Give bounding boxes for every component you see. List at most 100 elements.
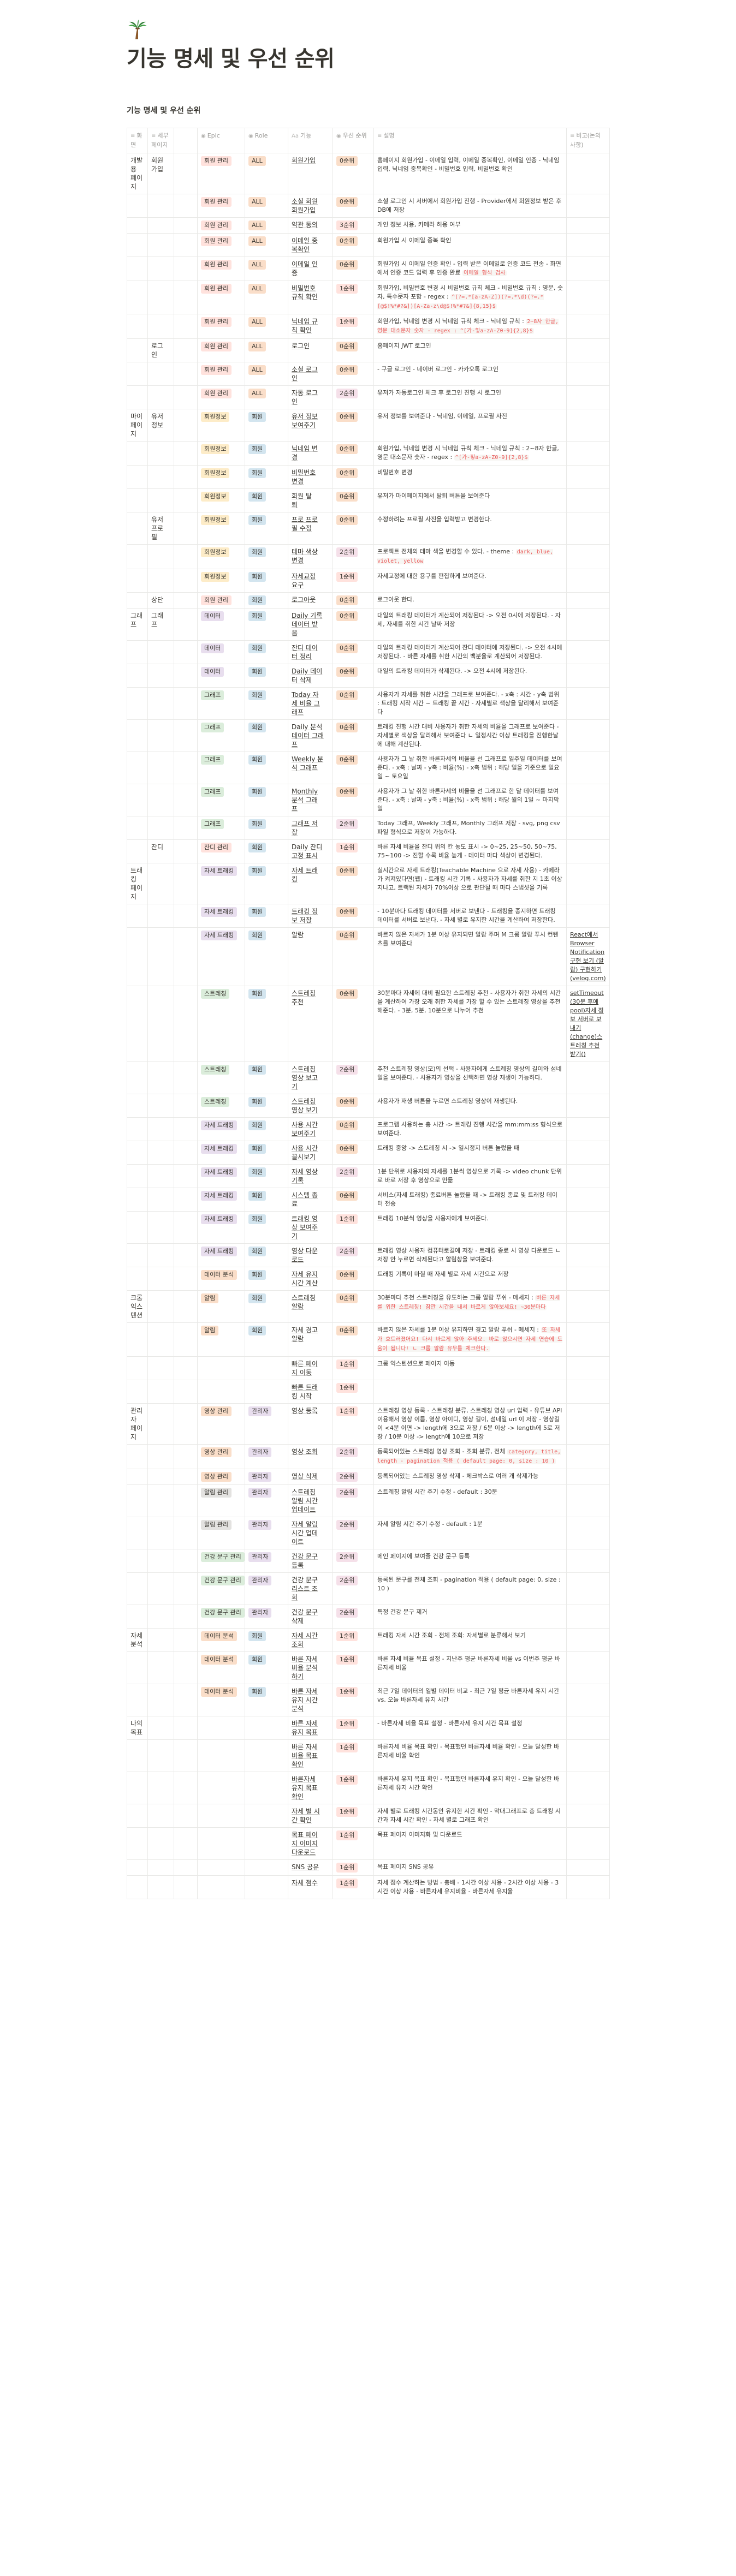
feature-title[interactable]: Weekly 분석 그래프: [292, 755, 323, 772]
cell-priority[interactable]: 0순위: [333, 640, 374, 664]
table-row[interactable]: 바른자세 유지 목표 확인 1순위 바른자세 유지 목표 확인 - 목표했던 바른자세 …: [127, 1772, 610, 1804]
cell-notes[interactable]: [566, 1875, 610, 1899]
cell-feature[interactable]: 바른 자세 비율 목표 확인: [288, 1739, 333, 1772]
table-row[interactable]: 데이터 회원 Daily 데이 터 삭제 0순위 대일의 트래킹 데이터가 삭제된다. -…: [127, 664, 610, 688]
cell-role[interactable]: 회원: [245, 986, 288, 1062]
feature-title[interactable]: 스트레칭 알람: [292, 1294, 316, 1310]
cell-description[interactable]: 수정하려는 프로필 사진을 입력받고 변경한다.: [373, 512, 567, 545]
feature-title[interactable]: 닉네임 규칙 확인: [292, 318, 318, 334]
cell-description[interactable]: 비밀번호 변경: [373, 465, 567, 489]
cell-epic[interactable]: 회원 관리: [197, 217, 245, 234]
cell-epic[interactable]: 그래프: [197, 816, 245, 840]
cell-notes[interactable]: [566, 1188, 610, 1212]
cell-notes[interactable]: [566, 1380, 610, 1404]
cell-feature[interactable]: 회원 탈퇴: [288, 488, 333, 512]
feature-title[interactable]: 자동 로그 인: [292, 389, 318, 406]
cell-priority[interactable]: 1순위: [333, 1804, 374, 1828]
cell-role[interactable]: 회원: [245, 816, 288, 840]
cell-epic[interactable]: 자세 트래킹: [197, 904, 245, 928]
cell-description[interactable]: 유저 정보를 보여준다 - 닉네임, 이메일, 프로필 사진: [373, 409, 567, 442]
cell-description[interactable]: 대일의 트래킹 데이터가 계산되어 잔디 데이터에 저장된다. -> 오전 4시…: [373, 640, 567, 664]
cell-role[interactable]: 회원: [245, 1243, 288, 1267]
table-row[interactable]: 빠른 페이 지 이동 1순위 크롬 익스텐션으로 페이지 이동: [127, 1356, 610, 1380]
cell-notes[interactable]: [566, 441, 610, 466]
table-row[interactable]: 자세 별 시간 확인 1순위 자세 별로 트래킹 시간동안 유지한 시간 확인 - …: [127, 1804, 610, 1828]
cell-description[interactable]: 홈페이지 JWT 로그인: [373, 338, 567, 362]
table-row[interactable]: 자세 트래킹 회원 트래킹 영상 보여주 기 1순위 트래킹 10분씩 영상을 사용자에게…: [127, 1211, 610, 1244]
cell-epic[interactable]: 알림: [197, 1322, 245, 1357]
cell-description[interactable]: 등록되어있는 스트레칭 영상 삭제 - 체크박스로 여러 개 삭제가능: [373, 1469, 567, 1485]
cell-feature[interactable]: 목표 페이 지 이미지 다운로드: [288, 1827, 333, 1860]
cell-notes[interactable]: [566, 409, 610, 442]
feature-title[interactable]: 유저 정보 보여주기: [292, 413, 318, 429]
feature-title[interactable]: 영상 등록: [292, 1407, 318, 1415]
cell-feature[interactable]: 바른 자세 비율 분석 하기: [288, 1651, 333, 1684]
cell-description[interactable]: 자세교정에 대한 용구를 편집하게 보여준다.: [373, 569, 567, 593]
cell-priority[interactable]: 0순위: [333, 362, 374, 386]
cell-feature[interactable]: Daily 데이 터 삭제: [288, 664, 333, 688]
feature-title[interactable]: 빠른 트래 킹 시작: [292, 1384, 318, 1400]
feature-title[interactable]: 스트레칭 추천: [292, 989, 316, 1006]
cell-epic[interactable]: 회원 관리: [197, 338, 245, 362]
cell-feature[interactable]: 자동 로그 인: [288, 385, 333, 409]
cell-feature[interactable]: 약관 동의: [288, 217, 333, 234]
table-row[interactable]: 회원정보 회원 자세교정 요구 1순위 자세교정에 대한 용구를 편집하게 보여준다.: [127, 569, 610, 593]
cell-description[interactable]: 크롬 익스텐션으로 페이지 이동: [373, 1356, 567, 1380]
cell-feature[interactable]: 스트레칭 영상 보고 기: [288, 1062, 333, 1094]
feature-title[interactable]: 영상 다운 로드: [292, 1247, 318, 1263]
table-row[interactable]: 로그 인 회원 관리 ALL 로그인 0순위 홈페이지 JWT 로그인: [127, 338, 610, 362]
cell-epic[interactable]: 자세 트래킹: [197, 1164, 245, 1188]
cell-feature[interactable]: 트래킹 정보 저장: [288, 904, 333, 928]
cell-role[interactable]: 회원: [245, 441, 288, 466]
cell-feature[interactable]: 자세 점수: [288, 1875, 333, 1899]
feature-title[interactable]: Daily 기록 데이터 받음: [292, 612, 322, 637]
cell-description[interactable]: 스트레칭 알림 시간 주기 수정 - default : 30분: [373, 1484, 567, 1517]
feature-title[interactable]: 약관 동의: [292, 221, 318, 229]
feature-title[interactable]: Today 자세 비율 그 래프: [292, 691, 320, 716]
feature-title[interactable]: Daily 잔디 고정 표시: [292, 843, 322, 860]
cell-notes[interactable]: [566, 752, 610, 784]
cell-epic[interactable]: [197, 1356, 245, 1380]
feature-title[interactable]: 바른 자세 유지 목표: [292, 1720, 318, 1736]
table-row[interactable]: SNS 공유 1순위 목표 페이지 SNS 공유: [127, 1859, 610, 1876]
cell-feature[interactable]: 이메일 중 복확인: [288, 233, 333, 257]
table-row[interactable]: 회원 관리 ALL 이메일 인 증 0순위 회원가입 시 이메일 인증 확인 - 입력 받…: [127, 257, 610, 281]
cell-priority[interactable]: 0순위: [333, 488, 374, 512]
cell-role[interactable]: ALL: [245, 194, 288, 218]
cell-description[interactable]: 회원가입, 닉네임 변경 시 닉네임 규칙 체크 - 닉네임 규칙 : 2~8자…: [373, 314, 567, 339]
cell-description[interactable]: 30분마다 자세에 대비 필요한 스트레칭 추천 - 사용자가 취한 자세의 시…: [373, 986, 567, 1062]
cell-feature[interactable]: 자세 영상 기록: [288, 1164, 333, 1188]
cell-feature[interactable]: 스트레칭 영상 보기: [288, 1094, 333, 1118]
cell-role[interactable]: [245, 1356, 288, 1380]
cell-feature[interactable]: 바른자세 유지 목표 확인: [288, 1772, 333, 1804]
cell-epic[interactable]: 건강 문구 관리: [197, 1572, 245, 1605]
cell-epic[interactable]: 회원 관리: [197, 385, 245, 409]
cell-description[interactable]: 유저가 자동로그인 체크 후 로그인 진행 시 로그인: [373, 385, 567, 409]
cell-epic[interactable]: 영상 관리: [197, 1403, 245, 1445]
cell-feature[interactable]: 로그아웃: [288, 592, 333, 609]
table-row[interactable]: 스트레칭 회원 스트레칭 영상 보기 0순위 사용자가 재생 버튼을 누르면 스트레칭 영…: [127, 1094, 610, 1118]
note-link[interactable]: setTimeout(30분 후에 pool)자세 정보 서버로 보내기 (ch…: [570, 989, 604, 1058]
table-row[interactable]: 회원정보 회원 회원 탈 퇴 0순위 유저가 마이페이지에서 탈퇴 버튼을 보여준다: [127, 488, 610, 512]
cell-description[interactable]: 등록된 문구를 전체 조회 - pagination 적용 ( default …: [373, 1572, 567, 1605]
cell-role[interactable]: 회원: [245, 488, 288, 512]
cell-priority[interactable]: 0순위: [333, 512, 374, 545]
cell-priority[interactable]: 0순위: [333, 863, 374, 904]
cell-role[interactable]: 회원: [245, 1628, 288, 1652]
cell-priority[interactable]: 0순위: [333, 1322, 374, 1357]
cell-role[interactable]: 회원: [245, 904, 288, 928]
cell-notes[interactable]: [566, 338, 610, 362]
cell-description[interactable]: 목표 페이지 SNS 공유: [373, 1859, 567, 1876]
cell-description[interactable]: 트래킹 기록이 마칠 때 자세 별로 자세 시간으로 저장: [373, 1267, 567, 1291]
cell-notes[interactable]: [566, 592, 610, 609]
cell-epic[interactable]: 회원 관리: [197, 153, 245, 194]
cell-priority[interactable]: 0순위: [333, 1188, 374, 1212]
cell-epic[interactable]: 영상 관리: [197, 1469, 245, 1485]
cell-feature[interactable]: 자세 유지 시간 계산: [288, 1267, 333, 1291]
cell-notes[interactable]: [566, 1356, 610, 1380]
cell-priority[interactable]: 1순위: [333, 569, 374, 593]
cell-epic[interactable]: 알림 관리: [197, 1517, 245, 1549]
feature-title[interactable]: 회원가입: [292, 157, 316, 164]
cell-description[interactable]: 실시간으로 자세 트래킹(Teachable Machine 으로 자세 사용)…: [373, 863, 567, 904]
feature-title[interactable]: 프로 프로 필 수정: [292, 516, 318, 532]
